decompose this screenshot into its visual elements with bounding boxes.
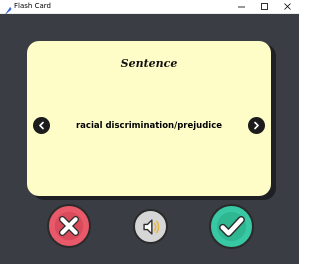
close-icon: [284, 3, 291, 10]
wrong-button[interactable]: [47, 204, 91, 248]
next-button[interactable]: [248, 117, 265, 134]
close-button[interactable]: [276, 0, 299, 13]
minimize-button[interactable]: [230, 0, 253, 13]
speaker-icon: [142, 218, 159, 235]
x-icon: [54, 211, 84, 241]
card-text: racial discrimination/prejudice: [75, 121, 223, 131]
title-bar: Flash Card: [0, 0, 299, 16]
chevron-right-icon: [254, 121, 259, 130]
minimize-icon: [238, 6, 245, 8]
maximize-icon: [261, 3, 268, 10]
flash-card[interactable]: Sentence racial discrimination/prejudice: [27, 41, 271, 196]
window-title: Flash Card: [14, 2, 51, 10]
previous-button[interactable]: [33, 117, 50, 134]
feather-icon: [3, 1, 13, 16]
card-title: Sentence: [120, 57, 178, 70]
correct-button[interactable]: [209, 204, 254, 249]
sound-button[interactable]: [133, 209, 168, 244]
check-icon: [216, 211, 247, 242]
app-area: Sentence racial discrimination/prejudice: [0, 14, 299, 264]
chevron-left-icon: [39, 121, 44, 130]
maximize-button[interactable]: [253, 0, 276, 13]
